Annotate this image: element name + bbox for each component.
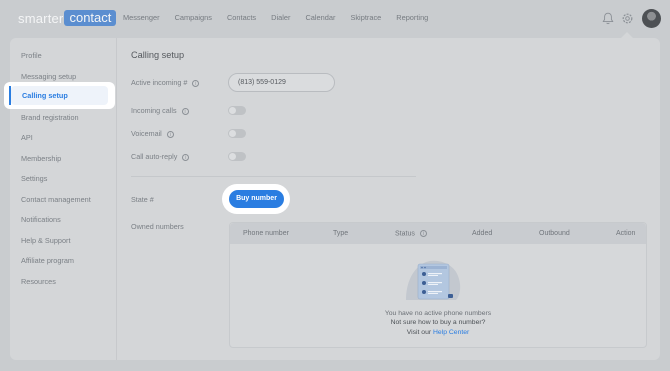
column-header-action[interactable]: Action bbox=[616, 230, 635, 237]
auto-reply-toggle[interactable] bbox=[228, 152, 246, 161]
owned-numbers-label: Owned numbers bbox=[131, 222, 184, 231]
nav-campaigns[interactable]: Campaigns bbox=[175, 13, 212, 22]
active-incoming-select[interactable]: (813) 559-0129 bbox=[228, 73, 335, 92]
section-divider bbox=[131, 176, 416, 177]
main-nav: Messenger Campaigns Contacts Dialer Cale… bbox=[123, 13, 443, 22]
sidebar-item-calling-setup[interactable]: Calling setup bbox=[4, 82, 115, 109]
nav-calendar[interactable]: Calendar bbox=[305, 13, 335, 22]
nav-dialer[interactable]: Dialer bbox=[271, 13, 290, 22]
user-avatar[interactable] bbox=[642, 9, 661, 28]
status-header-label: Status bbox=[395, 230, 415, 238]
column-header-type[interactable]: Type bbox=[333, 230, 348, 237]
sidebar-item-api[interactable]: API bbox=[21, 133, 33, 142]
state-label: State # bbox=[131, 195, 154, 204]
logo-text-smarter: smarter bbox=[18, 10, 64, 26]
info-icon[interactable]: i bbox=[182, 153, 190, 161]
info-icon[interactable]: i bbox=[181, 107, 189, 115]
voicemail-row: Voicemail i bbox=[131, 129, 174, 138]
column-header-added[interactable]: Added bbox=[472, 230, 492, 237]
sidebar-item-messaging-setup[interactable]: Messaging setup bbox=[21, 72, 76, 81]
empty-state-illustration bbox=[406, 260, 461, 300]
info-icon[interactable]: i bbox=[166, 130, 174, 138]
nav-skiptrace[interactable]: Skiptrace bbox=[350, 13, 381, 22]
logo-text-contact: contact bbox=[64, 10, 117, 26]
table-header: Phone number Type Status i Added Outbound… bbox=[230, 223, 646, 244]
nav-contacts[interactable]: Contacts bbox=[227, 13, 256, 22]
sidebar-item-resources[interactable]: Resources bbox=[21, 277, 56, 286]
column-header-status[interactable]: Status i bbox=[395, 230, 427, 237]
info-icon[interactable]: i bbox=[192, 79, 200, 87]
incoming-calls-row: Incoming calls i bbox=[131, 106, 189, 115]
sidebar-item-membership[interactable]: Membership bbox=[21, 154, 61, 163]
auto-reply-row: Call auto-reply i bbox=[131, 152, 190, 161]
active-incoming-row: Active incoming # i bbox=[131, 78, 200, 87]
sidebar-item-label: Calling setup bbox=[22, 91, 68, 100]
column-header-outbound[interactable]: Outbound bbox=[539, 230, 570, 237]
empty-state-help-row: Visit our Help Center bbox=[230, 329, 646, 336]
help-prefix: Visit our bbox=[406, 329, 432, 336]
empty-state-question: Not sure how to buy a number? bbox=[390, 319, 486, 326]
auto-reply-label: Call auto-reply bbox=[131, 152, 178, 161]
sidebar-item-help-support[interactable]: Help & Support bbox=[21, 236, 71, 245]
owned-numbers-table: Phone number Type Status i Added Outbound… bbox=[229, 222, 647, 348]
nav-messenger[interactable]: Messenger bbox=[123, 13, 160, 22]
sidebar-item-contact-management[interactable]: Contact management bbox=[21, 195, 91, 204]
active-incoming-label: Active incoming # bbox=[131, 78, 188, 87]
sidebar-item-notifications[interactable]: Notifications bbox=[21, 215, 61, 224]
active-indicator bbox=[9, 86, 11, 105]
top-navigation-bar: smarter contact Messenger Campaigns Cont… bbox=[0, 0, 670, 38]
bell-icon[interactable] bbox=[602, 12, 614, 25]
voicemail-toggle[interactable] bbox=[228, 129, 246, 138]
help-center-link[interactable]: Help Center bbox=[433, 329, 469, 336]
column-header-phone-number[interactable]: Phone number bbox=[243, 230, 289, 237]
voicemail-label: Voicemail bbox=[131, 129, 162, 138]
sidebar-item-profile[interactable]: Profile bbox=[21, 51, 42, 60]
smarter-contact-logo[interactable]: smarter contact bbox=[18, 10, 117, 26]
gear-icon[interactable] bbox=[621, 12, 634, 25]
info-icon[interactable]: i bbox=[419, 230, 427, 237]
sidebar-item-settings[interactable]: Settings bbox=[21, 174, 47, 183]
sidebar-item-brand-registration[interactable]: Brand registration bbox=[21, 113, 79, 122]
empty-state-message: You have no active phone numbers bbox=[384, 310, 492, 317]
nav-reporting[interactable]: Reporting bbox=[396, 13, 428, 22]
page-title: Calling setup bbox=[131, 50, 185, 60]
incoming-calls-label: Incoming calls bbox=[131, 106, 177, 115]
buy-number-button[interactable]: Buy number bbox=[229, 190, 284, 208]
incoming-calls-toggle[interactable] bbox=[228, 106, 246, 115]
sidebar-item-affiliate-program[interactable]: Affiliate program bbox=[21, 256, 74, 265]
